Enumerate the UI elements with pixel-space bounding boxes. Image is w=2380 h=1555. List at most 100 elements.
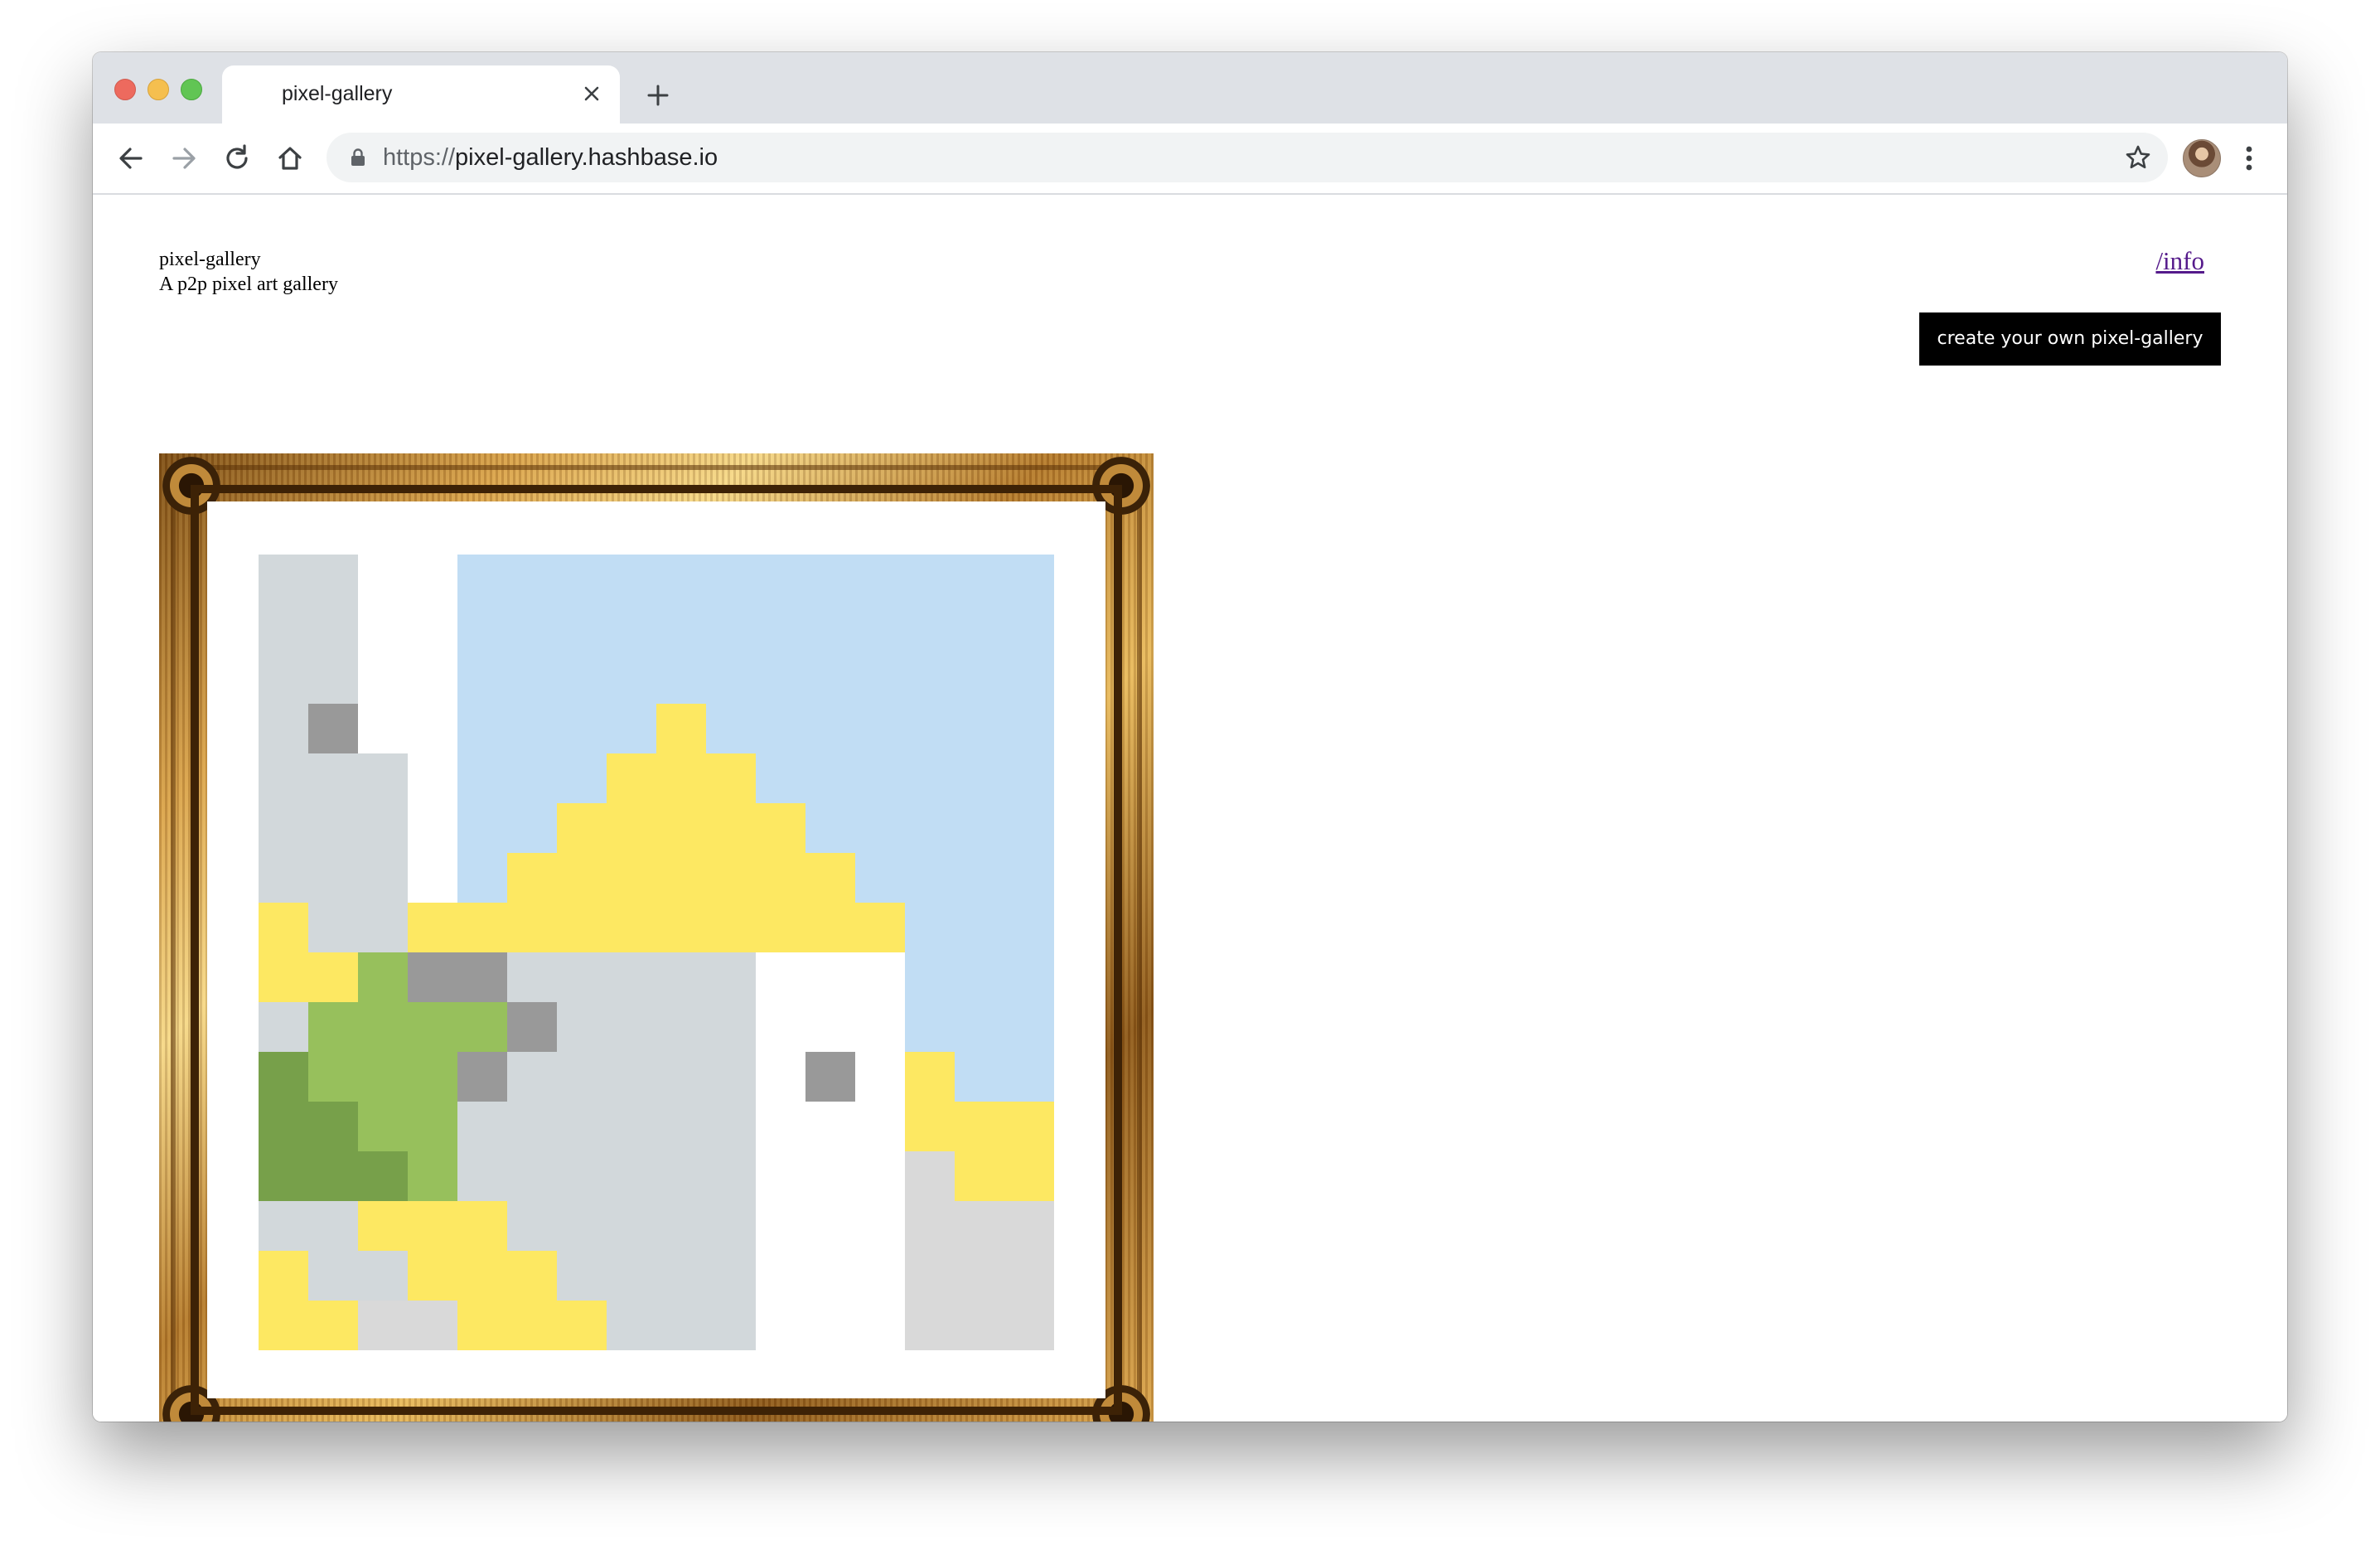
pixel-lightgreen xyxy=(358,952,408,1002)
pixel-yellow xyxy=(656,853,706,903)
pixel-yellow xyxy=(756,803,805,853)
new-tab-icon[interactable] xyxy=(640,77,676,114)
profile-avatar[interactable] xyxy=(2183,139,2221,177)
pixel-white xyxy=(408,753,457,803)
pixel-lightgray xyxy=(607,1052,656,1102)
address-bar[interactable]: https://pixel-gallery.hashbase.io xyxy=(327,133,2168,182)
pixel-sky xyxy=(855,704,905,753)
pixel-white xyxy=(805,1151,855,1201)
pixel-lightgray xyxy=(308,853,358,903)
pixel-paleground xyxy=(905,1301,955,1350)
pixel-yellow xyxy=(507,853,557,903)
pixel-yellow xyxy=(457,1201,507,1251)
pixel-white xyxy=(756,1251,805,1301)
pixel-sky xyxy=(1004,555,1054,604)
pixel-white xyxy=(805,1251,855,1301)
pixel-sky xyxy=(457,604,507,654)
pixel-white xyxy=(756,1052,805,1102)
pixel-yellow xyxy=(855,903,905,952)
pixel-lightgray xyxy=(308,654,358,704)
close-icon[interactable] xyxy=(575,77,608,110)
pixel-white xyxy=(408,803,457,853)
pixel-sky xyxy=(905,604,955,654)
pixel-yellow xyxy=(607,803,656,853)
pixel-sky xyxy=(905,803,955,853)
pixel-white xyxy=(805,1102,855,1151)
pixel-white xyxy=(855,1002,905,1052)
pixel-yellow xyxy=(607,853,656,903)
browser-window: pixel-gallery https://pixel-gallery.hash… xyxy=(93,52,2287,1422)
pixel-sky xyxy=(656,654,706,704)
pixel-sky xyxy=(756,654,805,704)
window-minimize-button[interactable] xyxy=(148,79,169,100)
pixel-white xyxy=(855,1251,905,1301)
pixel-lightgray xyxy=(308,1201,358,1251)
pixel-lightgray xyxy=(259,1002,308,1052)
pixel-lightgreen xyxy=(408,1052,457,1102)
window-maximize-button[interactable] xyxy=(181,79,202,100)
pixel-yellow xyxy=(457,1301,507,1350)
pixel-darkgreen xyxy=(358,1151,408,1201)
forward-arrow-icon[interactable] xyxy=(164,138,204,178)
more-menu-icon[interactable] xyxy=(2232,138,2266,178)
pixel-yellow xyxy=(607,753,656,803)
pixel-sky xyxy=(805,654,855,704)
pixel-paleground xyxy=(1004,1201,1054,1251)
pixel-lightgray xyxy=(507,1151,557,1201)
pixel-yellow xyxy=(656,903,706,952)
browser-tab[interactable]: pixel-gallery xyxy=(222,65,620,124)
pixel-lightgray xyxy=(358,853,408,903)
pixel-sky xyxy=(1004,952,1054,1002)
pixel-sky xyxy=(805,555,855,604)
pixel-lightgray xyxy=(607,1301,656,1350)
pixel-white xyxy=(805,1201,855,1251)
pixel-sky xyxy=(457,853,507,903)
pixel-white xyxy=(855,1201,905,1251)
pixel-lightgray xyxy=(656,1102,706,1151)
pixel-lightgray xyxy=(507,1052,557,1102)
pixel-lightgreen xyxy=(408,1151,457,1201)
pixel-yellow xyxy=(805,853,855,903)
pixel-lightgray xyxy=(557,1102,607,1151)
pixel-yellow xyxy=(756,903,805,952)
pixel-lightgreen xyxy=(408,1002,457,1052)
home-icon[interactable] xyxy=(270,138,310,178)
pixel-sky xyxy=(1004,654,1054,704)
pixel-sky xyxy=(557,704,607,753)
pixel-yellow xyxy=(656,704,706,753)
pixel-sky xyxy=(905,555,955,604)
pixel-yellow xyxy=(656,753,706,803)
pixel-paleground xyxy=(905,1251,955,1301)
pixel-lightgray xyxy=(507,952,557,1002)
pixel-lightgray xyxy=(607,1251,656,1301)
create-gallery-button[interactable]: create your own pixel-gallery xyxy=(1919,312,2221,366)
pixel-sky xyxy=(756,604,805,654)
bookmark-star-icon[interactable] xyxy=(2123,143,2153,172)
pixel-paleground xyxy=(408,1301,457,1350)
reload-icon[interactable] xyxy=(217,138,257,178)
pixel-sky xyxy=(855,853,905,903)
pixel-white xyxy=(855,952,905,1002)
pixel-lightgray xyxy=(358,803,408,853)
back-arrow-icon[interactable] xyxy=(111,138,151,178)
window-close-button[interactable] xyxy=(114,79,136,100)
pixel-yellow xyxy=(259,1251,308,1301)
pixel-sky xyxy=(557,753,607,803)
pixel-yellow xyxy=(607,903,656,952)
pixel-sky xyxy=(955,952,1004,1002)
pixel-lightgray xyxy=(308,753,358,803)
pixel-yellow xyxy=(1004,1151,1054,1201)
pixel-lightgray xyxy=(259,1201,308,1251)
pixel-sky xyxy=(805,803,855,853)
pixel-yellow xyxy=(507,903,557,952)
pixel-paleground xyxy=(1004,1301,1054,1350)
pixel-gray xyxy=(457,1052,507,1102)
pixel-lightgray xyxy=(557,952,607,1002)
info-link[interactable]: /info xyxy=(2155,246,2204,276)
pixel-art-canvas xyxy=(259,555,1054,1350)
pixel-sky xyxy=(1004,803,1054,853)
pixel-lightgray xyxy=(706,1151,756,1201)
pixel-lightgray xyxy=(706,1251,756,1301)
pixel-lightgray xyxy=(259,555,308,604)
page-content: pixel-gallery A p2p pixel art gallery /i… xyxy=(93,195,2287,1422)
